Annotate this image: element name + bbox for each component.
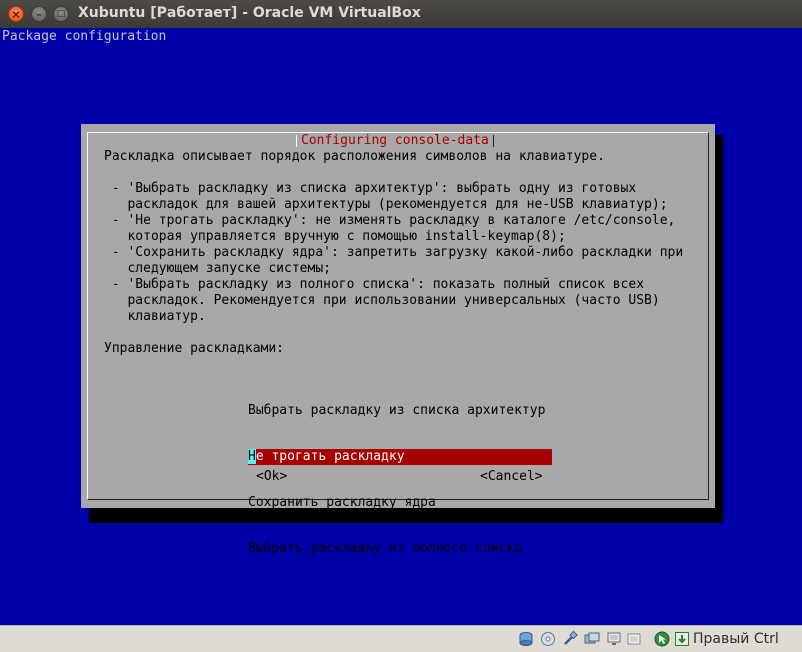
keyboard-capture-icon[interactable] <box>674 631 690 647</box>
video-capture-icon[interactable] <box>626 631 642 647</box>
dialog-description: Раскладка описывает порядок расположения… <box>104 149 684 356</box>
vm-statusbar: Правый Ctrl <box>0 625 802 652</box>
window-title: Xubuntu [Работает] - Oracle VM VirtualBo… <box>78 5 421 21</box>
option-select-keymap-from-arch-list[interactable]: Выбрать раскладку из списка архитектур <box>248 403 552 419</box>
ok-button[interactable]: <Ok> <box>256 469 287 485</box>
usb-icon[interactable] <box>562 630 578 647</box>
window-minimize-button[interactable]: – <box>31 6 47 22</box>
console-backtitle: Package configuration <box>2 29 167 44</box>
dialog-frame: Configuring console-data Раскладка описы… <box>87 132 709 556</box>
hard-disk-icon[interactable] <box>518 631 534 647</box>
dialog-title: Configuring console-data <box>296 133 494 149</box>
window-maximize-button[interactable]: □ <box>53 6 69 22</box>
option-dont-touch-keymap[interactable]: Не трогать раскладку <box>248 449 552 465</box>
option-select-keymap-from-full-list[interactable]: Выбрать раскладку из полного списка <box>248 541 552 557</box>
cancel-button[interactable]: <Cancel> <box>480 469 543 485</box>
window-close-button[interactable]: × <box>8 6 24 22</box>
optical-drive-icon[interactable] <box>540 631 556 647</box>
option-keep-kernel-keymap[interactable]: Сохранить раскладку ядра <box>248 495 552 511</box>
network-icon[interactable] <box>606 631 622 647</box>
console-dialog: Configuring console-data Раскладка описы… <box>81 124 715 556</box>
shared-folders-icon[interactable] <box>584 631 600 647</box>
mouse-integration-icon[interactable] <box>654 631 670 647</box>
host-key-label: Правый Ctrl <box>693 631 779 647</box>
vm-screen[interactable]: Package configuration Configuring consol… <box>0 28 802 625</box>
window-titlebar[interactable]: × – □ Xubuntu [Работает] - Oracle VM Vir… <box>0 0 802 29</box>
text-cursor: Н <box>248 449 256 464</box>
option-dont-touch-keymap-label: е трогать раскладку <box>255 449 405 464</box>
